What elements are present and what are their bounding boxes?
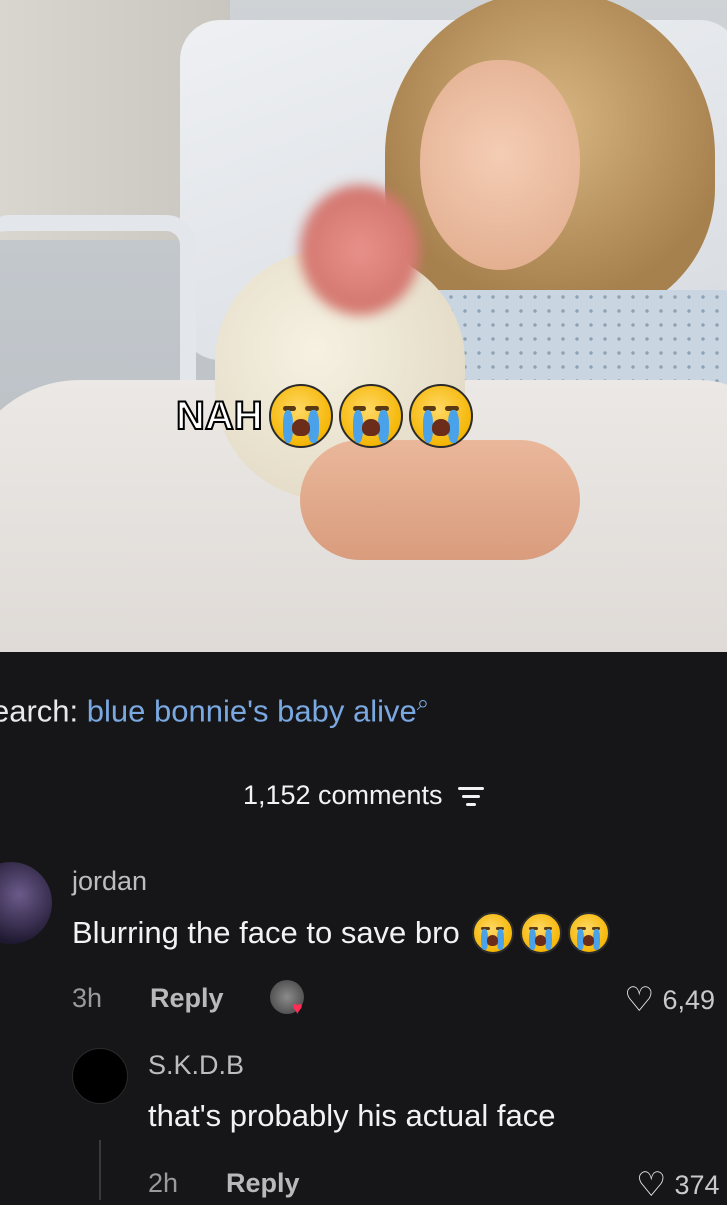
reply-button[interactable]: Reply	[226, 1168, 300, 1199]
like-button[interactable]: ♡ 6,49	[624, 980, 715, 1020]
crying-face-icon	[519, 912, 562, 954]
search-prefix: earch:	[0, 693, 79, 729]
crying-face-icon	[567, 912, 610, 954]
comment-time: 2h	[148, 1168, 179, 1198]
comment-username[interactable]: S.K.D.B	[148, 1050, 244, 1081]
comment-time: 3h	[72, 983, 103, 1013]
search-term-link[interactable]: blue bonnie's baby alive	[87, 693, 417, 728]
comment-username[interactable]: jordan	[72, 866, 147, 897]
caption-overlay: NAH	[175, 384, 473, 448]
heart-outline-icon[interactable]: ♡	[624, 980, 654, 1020]
like-count: 374	[674, 1169, 720, 1200]
woman-arm	[300, 440, 580, 560]
comments-header: 1,152 comments	[0, 780, 727, 811]
comment-count: 1,152 comments	[242, 780, 443, 810]
woman-face	[420, 60, 580, 270]
search-icon[interactable]: ⌕	[417, 690, 429, 715]
avatar[interactable]	[72, 1048, 128, 1104]
caption-text: NAH	[175, 393, 264, 439]
comment-text: Blurring the face to save bro	[72, 912, 610, 954]
reply-button[interactable]: Reply	[150, 983, 224, 1014]
crying-face-icon	[408, 384, 473, 448]
like-count: 6,49	[662, 984, 716, 1015]
comment-emojis	[471, 912, 610, 954]
filter-icon[interactable]	[458, 782, 485, 811]
comment-body: Blurring the face to save bro	[72, 915, 460, 950]
crying-face-icon	[338, 384, 403, 448]
post-photo[interactable]: NAH	[0, 0, 727, 652]
crying-face-icon	[471, 912, 514, 954]
avatar[interactable]	[0, 862, 52, 944]
like-button[interactable]: ♡ 374	[636, 1165, 720, 1205]
crying-face-icon	[268, 384, 333, 448]
search-suggestion[interactable]: earch: blue bonnie's baby alive⌕	[0, 690, 429, 729]
blurred-baby-face	[300, 185, 420, 315]
heart-outline-icon[interactable]: ♡	[636, 1165, 666, 1205]
thread-line	[99, 1140, 101, 1200]
comment-text: that's probably his actual face	[148, 1098, 556, 1133]
heart-badge-icon: ♥	[292, 998, 303, 1018]
